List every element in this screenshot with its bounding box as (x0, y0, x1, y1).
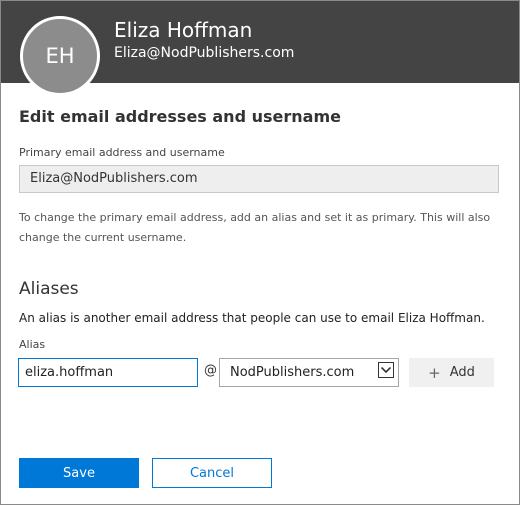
chevron-down-icon[interactable] (378, 362, 394, 378)
primary-email-field: Eliza@NodPublishers.com (19, 165, 499, 193)
add-alias-label: Add (449, 365, 475, 380)
user-name: Eliza Hoffman (114, 18, 253, 42)
save-button[interactable]: Save (19, 458, 139, 488)
at-sign: @ (204, 363, 217, 378)
section-title: Edit email addresses and username (19, 107, 341, 126)
primary-email-helper-text: To change the primary email address, add… (19, 211, 491, 244)
cancel-button[interactable]: Cancel (152, 458, 272, 488)
alias-input[interactable] (18, 358, 198, 387)
edit-email-panel: Eliza Hoffman Eliza@NodPublishers.com EH… (0, 0, 520, 505)
user-email: Eliza@NodPublishers.com (114, 45, 295, 61)
plus-icon: + (428, 363, 441, 382)
aliases-description: An alias is another email address that p… (19, 311, 485, 325)
domain-selected-value: NodPublishers.com (230, 365, 355, 380)
add-alias-button[interactable]: + Add (409, 358, 494, 387)
avatar: EH (20, 16, 100, 96)
domain-select[interactable]: NodPublishers.com (219, 358, 399, 387)
primary-email-label: Primary email address and username (19, 146, 225, 159)
aliases-title: Aliases (19, 279, 79, 299)
alias-label: Alias (19, 338, 46, 351)
